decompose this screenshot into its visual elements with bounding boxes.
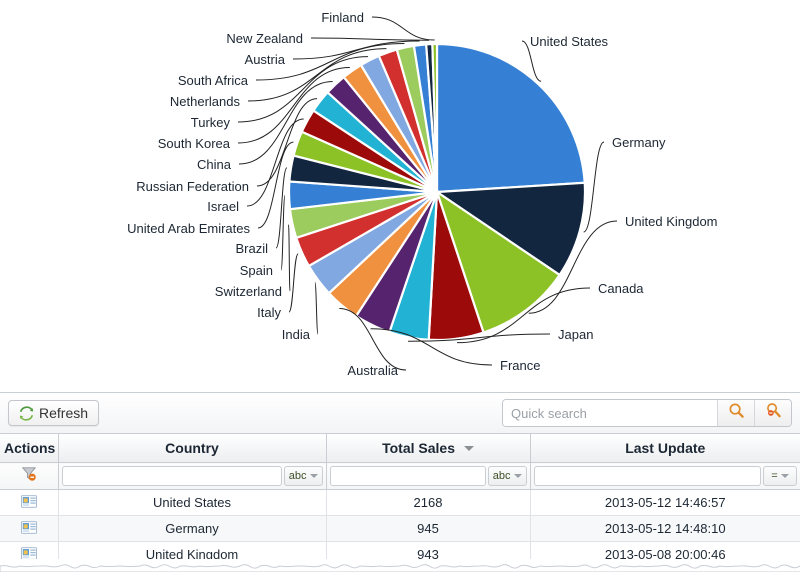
quick-search-box (502, 399, 792, 427)
magnifier-icon (728, 402, 745, 424)
column-header-actions[interactable]: Actions (0, 434, 58, 463)
chevron-down-icon (514, 474, 522, 478)
pie-slice-label: New Zealand (226, 31, 303, 46)
pie-slice-label: Australia (347, 363, 398, 378)
pie-slice-label: United Kingdom (625, 214, 718, 229)
filter-op-last-update[interactable]: = (763, 466, 797, 486)
cell-last-update: 2013-05-12 14:48:10 (530, 516, 800, 542)
filter-cell-last-update: = (530, 463, 800, 490)
column-header-country[interactable]: Country (58, 434, 326, 463)
data-grid-panel: Refresh (0, 392, 800, 568)
pie-chart: United States Germany United Kingdom Canada… (0, 0, 800, 390)
filter-op-label: = (771, 470, 777, 482)
pie-slice-label: Spain (240, 263, 273, 278)
pie-slice-label: South Africa (178, 73, 249, 88)
pie-slice-label: India (282, 327, 311, 342)
pie-slice-label: Italy (257, 305, 281, 320)
cell-country: Germany (58, 516, 326, 542)
filter-funnel-icon (21, 469, 37, 486)
pie-slice-label: Russian Federation (136, 179, 249, 194)
table-row[interactable]: United States21682013-05-12 14:46:57 (0, 490, 800, 516)
pie-slice[interactable] (437, 44, 585, 192)
grid-toolbar: Refresh (0, 393, 800, 434)
chevron-down-icon (781, 474, 789, 478)
filter-cell-country: abc (58, 463, 326, 490)
pie-leader-line (372, 17, 435, 40)
row-action-button[interactable] (0, 490, 58, 516)
table-body: United States21682013-05-12 14:46:57Germ… (0, 490, 800, 568)
torn-edge (0, 559, 800, 568)
pie-slice-label: Japan (558, 327, 593, 342)
app-root: United StatesGermanyUnited KingdomCanada… (0, 0, 800, 568)
advanced-search-button[interactable] (754, 400, 791, 426)
filter-toggle-cell[interactable] (0, 463, 58, 490)
column-header-total-sales[interactable]: Total Sales (326, 434, 530, 463)
pie-leader-line (276, 168, 287, 248)
pie-leader-line (289, 254, 298, 312)
pie-leader-line (584, 142, 604, 232)
column-header-last-update[interactable]: Last Update (530, 434, 800, 463)
filter-cell-total-sales: abc (326, 463, 530, 490)
pie-leader-line (315, 283, 318, 334)
filter-input-total-sales[interactable] (330, 466, 486, 486)
cell-country: United States (58, 490, 326, 516)
filter-op-country[interactable]: abc (284, 466, 323, 486)
pie-slice-label: Germany (612, 135, 666, 150)
filter-row: abc abc (0, 463, 800, 490)
pie-slice-label: Brazil (235, 241, 268, 256)
table-header-row: Actions Country Total Sales Last Update (0, 434, 800, 463)
sort-descending-icon (464, 446, 474, 451)
pie-slice-label: Switzerland (215, 284, 282, 299)
cell-total-sales: 2168 (326, 490, 530, 516)
search-button[interactable] (717, 400, 754, 426)
column-label: Actions (4, 440, 55, 456)
filter-op-label: abc (493, 470, 511, 482)
view-details-icon (21, 496, 37, 511)
pie-leader-line (311, 38, 429, 40)
cell-total-sales: 945 (326, 516, 530, 542)
row-action-button[interactable] (0, 516, 58, 542)
pie-slice-label: Finland (321, 10, 364, 25)
pie-slice-label: Austria (245, 52, 286, 67)
column-label: Total Sales (382, 440, 455, 456)
refresh-button[interactable]: Refresh (8, 400, 99, 426)
advanced-magnifier-icon (765, 402, 782, 424)
chevron-down-icon (310, 474, 318, 478)
pie-slice-label: Israel (207, 199, 239, 214)
filter-input-last-update[interactable] (534, 466, 762, 486)
table-row[interactable]: Germany9452013-05-12 14:48:10 (0, 516, 800, 542)
search-input[interactable] (503, 400, 717, 426)
pie-slice-label: South Korea (158, 136, 231, 151)
view-details-icon (21, 522, 37, 537)
filter-op-label: abc (289, 470, 307, 482)
refresh-icon (19, 406, 34, 421)
pie-slice-label: Turkey (191, 115, 231, 130)
refresh-button-label: Refresh (39, 405, 88, 421)
pie-chart-panel: United States Germany United Kingdom Canada… (0, 0, 800, 390)
pie-leader-line (289, 225, 290, 291)
pie-slice-label: Netherlands (170, 94, 241, 109)
column-label: Last Update (625, 440, 705, 456)
pie-slice-label: Canada (598, 281, 644, 296)
pie-slice-label: China (197, 157, 232, 172)
column-label: Country (165, 440, 219, 456)
pie-slice-label: United Arab Emirates (127, 221, 250, 236)
filter-input-country[interactable] (62, 466, 282, 486)
cell-last-update: 2013-05-12 14:46:57 (530, 490, 800, 516)
pie-slice-label: United States (530, 34, 609, 49)
data-table: Actions Country Total Sales Last Update (0, 434, 800, 568)
pie-slice-label: France (500, 358, 540, 373)
filter-op-total-sales[interactable]: abc (488, 466, 527, 486)
